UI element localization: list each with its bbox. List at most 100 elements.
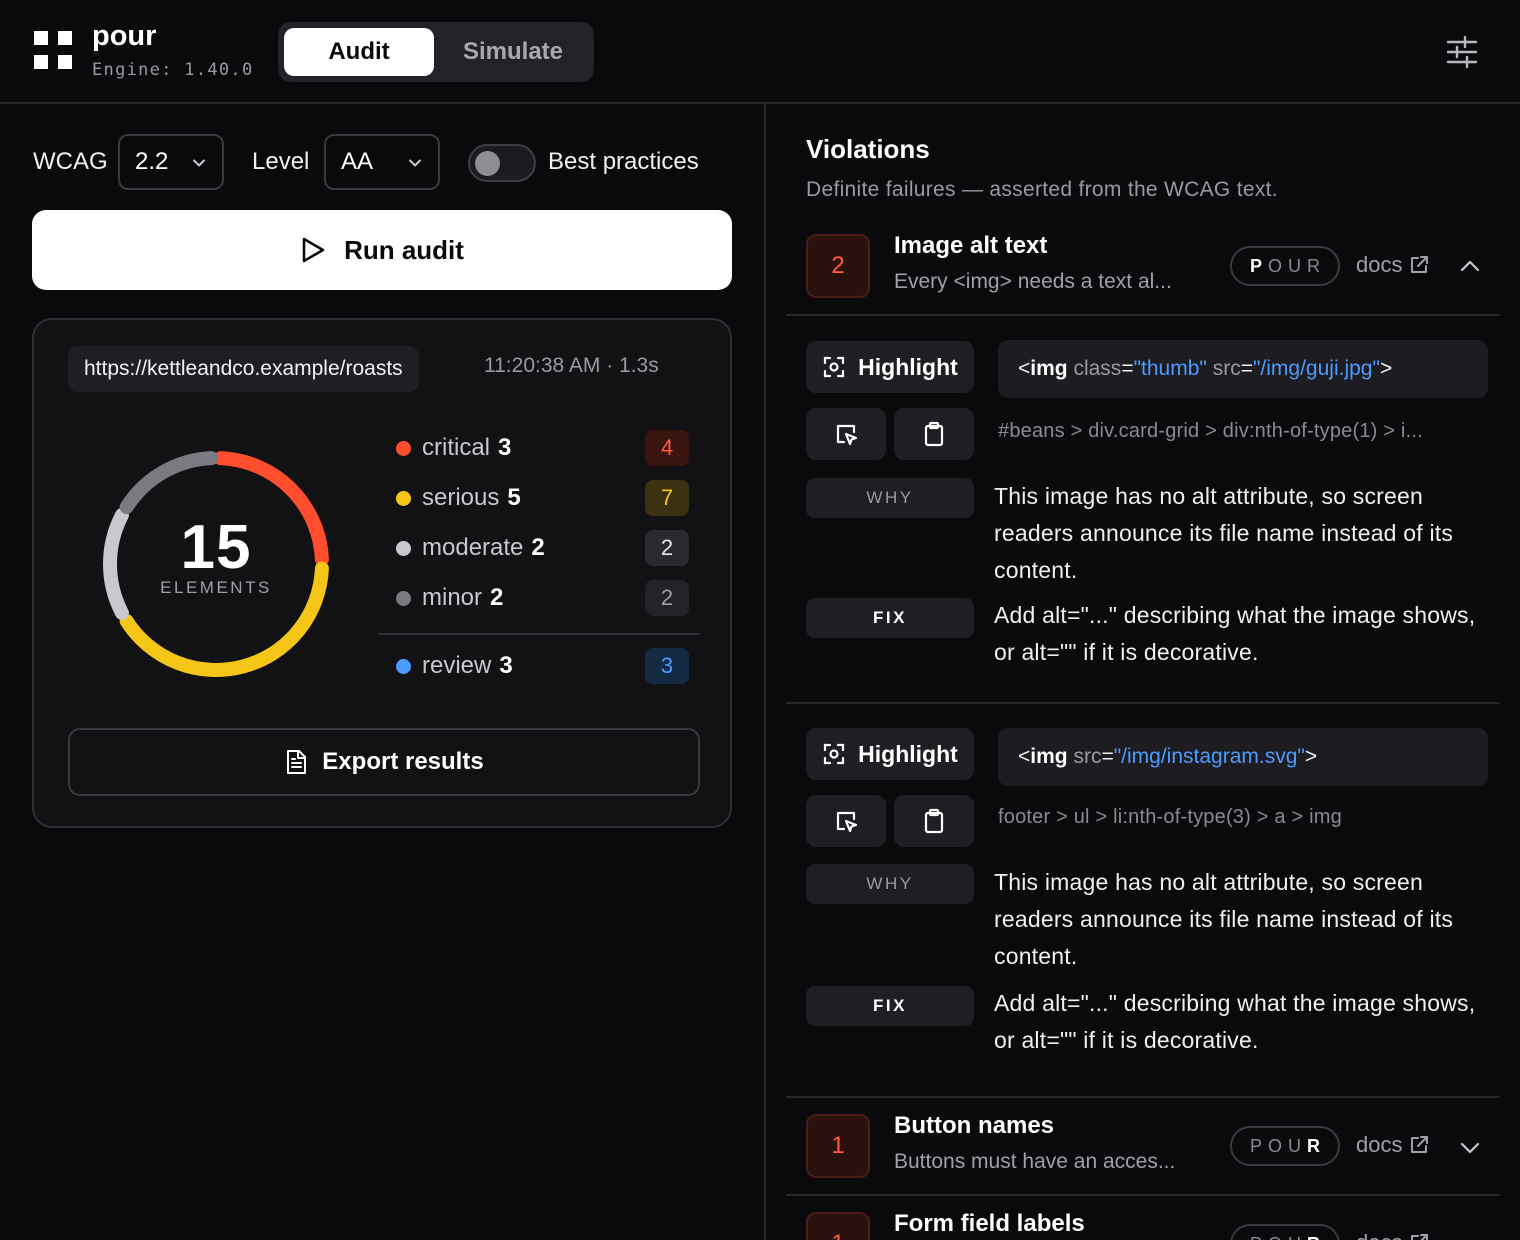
- severity-rule-badge: 4: [645, 430, 689, 466]
- donut-segment-minor: [119, 451, 219, 515]
- level-select[interactable]: AA: [324, 134, 440, 190]
- docs-label: docs: [1356, 1132, 1403, 1157]
- fix-label: FIX: [806, 986, 974, 1026]
- element-code-snippet: < img src = "/img/instagram.svg" >: [998, 728, 1488, 786]
- why-text: This image has no alt attribute, so scre…: [994, 869, 1454, 969]
- violations-subtitle: Definite failures — asserted from the WC…: [806, 178, 1278, 201]
- code-attr-name: src: [1073, 745, 1102, 768]
- document-icon: [287, 750, 307, 774]
- pour-letter: P: [1249, 1135, 1268, 1156]
- cursor-select-icon: [836, 424, 858, 446]
- severity-rule-badge: 7: [645, 480, 689, 516]
- rule-divider: [786, 1096, 1500, 1098]
- pour-letter: U: [1288, 1234, 1307, 1240]
- wcag-version-select[interactable]: 2.2: [118, 134, 224, 190]
- pour-letter: U: [1288, 1135, 1308, 1156]
- chevron-down-icon[interactable]: [1458, 1138, 1482, 1158]
- code-attr-name: class: [1073, 357, 1122, 380]
- review-dot: [396, 659, 411, 674]
- node-divider: [786, 702, 1500, 704]
- highlight-button[interactable]: Highlight: [806, 341, 974, 393]
- best-practices-toggle[interactable]: [468, 144, 536, 182]
- fix-label: FIX: [806, 598, 974, 638]
- code-tag-name: img: [1030, 357, 1068, 380]
- rule-header-image-alt[interactable]: 2 Image alt text Every <img> needs a tex…: [806, 232, 1496, 302]
- severity-name: serious: [422, 484, 500, 511]
- rule-count-badge: 1: [806, 1114, 870, 1178]
- minor-dot: [396, 591, 411, 606]
- why-label: WHY: [806, 478, 974, 518]
- level-label: Level: [252, 148, 310, 175]
- severity-name: moderate: [422, 534, 524, 561]
- run-audit-label: Run audit: [344, 234, 464, 265]
- rule-title: Button names: [894, 1112, 1055, 1139]
- critical-dot: [396, 441, 411, 456]
- docs-link[interactable]: docs: [1356, 1132, 1430, 1158]
- severity-name: critical: [422, 434, 491, 461]
- fix-text: Add alt="..." describing what the image …: [994, 990, 1476, 1053]
- severity-row-critical: critical 3 4: [394, 428, 689, 468]
- rule-divider: [786, 314, 1500, 316]
- export-results-button[interactable]: Export results: [68, 728, 700, 796]
- pour-letter: P: [1249, 255, 1268, 276]
- panel-divider: [764, 104, 766, 1240]
- element-selector: #beans > div.card-grid > div:nth-of-type…: [998, 420, 1423, 442]
- violations-title: Violations: [806, 134, 930, 164]
- tab-simulate[interactable]: Simulate: [438, 28, 588, 76]
- code-attr-value: "thumb": [1133, 357, 1207, 380]
- chevron-up-icon[interactable]: [1458, 256, 1482, 276]
- pour-letter: U: [1288, 255, 1308, 276]
- sliders-icon[interactable]: [1444, 34, 1480, 70]
- pour-letter: O: [1268, 255, 1289, 276]
- rule-header-form-labels[interactable]: 1 Form field labels POUR docs: [806, 1210, 1496, 1240]
- tab-audit[interactable]: Audit: [284, 28, 434, 76]
- why-text: This image has no alt attribute, so scre…: [994, 483, 1454, 583]
- docs-label: docs: [1356, 252, 1403, 277]
- severity-element-count: 5: [507, 484, 521, 511]
- total-elements-count: 15: [180, 513, 252, 582]
- rule-header-button-names[interactable]: 1 Button names Buttons must have an acce…: [806, 1112, 1496, 1182]
- inspect-element-button[interactable]: [806, 795, 886, 847]
- serious-dot: [396, 491, 411, 506]
- run-audit-button[interactable]: Run audit: [32, 210, 732, 290]
- level-value: AA: [341, 148, 374, 175]
- app-header: pour Engine: 1.40.0 Audit Simulate: [0, 0, 1520, 104]
- docs-link[interactable]: docs: [1356, 252, 1430, 278]
- severity-row-serious: serious 5 7: [394, 478, 689, 518]
- rule-title: Form field labels: [894, 1210, 1085, 1237]
- severity-name: minor: [422, 584, 483, 611]
- pour-letter: R: [1307, 1135, 1327, 1156]
- moderate-dot: [396, 541, 411, 556]
- external-link-icon: [1411, 1234, 1429, 1240]
- results-summary-card: https://kettleandco.example/roasts 11:20…: [32, 318, 732, 828]
- severity-separator: [378, 633, 700, 635]
- severity-rule-badge: 2: [645, 530, 689, 566]
- audit-timestamp: 11:20:38 AM · 1.3s: [484, 354, 659, 377]
- docs-link[interactable]: docs: [1356, 1230, 1430, 1240]
- chevron-down-icon: [193, 159, 205, 167]
- wcag-label: WCAG: [33, 148, 108, 175]
- wcag-version-value: 2.2: [135, 148, 169, 175]
- inspect-element-button[interactable]: [806, 408, 886, 460]
- focus-icon: [824, 743, 845, 765]
- copy-selector-button[interactable]: [894, 408, 974, 460]
- severity-element-count: 3: [498, 434, 512, 461]
- code-attr-value: "/img/guji.jpg": [1252, 357, 1380, 380]
- external-link-icon: [1411, 1136, 1429, 1153]
- highlight-button[interactable]: Highlight: [806, 728, 974, 780]
- severity-name: review: [422, 652, 492, 679]
- best-practices-label: Best practices: [548, 148, 699, 175]
- highlight-label: Highlight: [858, 353, 958, 380]
- copy-selector-button[interactable]: [894, 795, 974, 847]
- element-selector: footer > ul > li:nth-of-type(3) > a > im…: [998, 806, 1342, 828]
- severity-rule-badge: 2: [645, 580, 689, 616]
- severity-rule-badge: 3: [645, 648, 689, 684]
- highlight-label: Highlight: [858, 740, 958, 767]
- external-link-icon: [1411, 256, 1429, 273]
- docs-label: docs: [1356, 1230, 1402, 1240]
- app-name: pour: [92, 20, 157, 52]
- severity-row-review: review 3 3: [394, 646, 689, 686]
- donut-segment-moderate: [103, 508, 129, 620]
- code-attr-name: src: [1212, 357, 1241, 380]
- code-attr-value: "/img/instagram.svg": [1113, 745, 1305, 768]
